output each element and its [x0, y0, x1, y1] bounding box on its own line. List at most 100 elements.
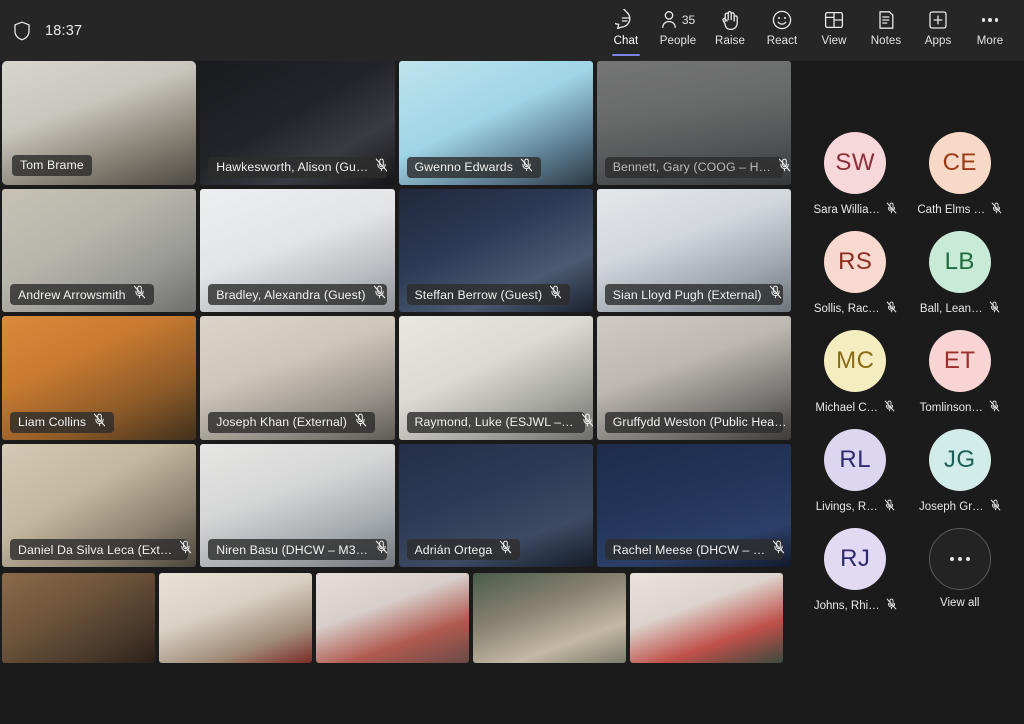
toolbar-chat-label: Chat [613, 35, 639, 47]
video-tile-grid: Tom Brame Hawkesworth, Alison (Gu… Gwenn… [2, 61, 791, 567]
video-tile-14[interactable]: Adrián Ortega [398, 443, 593, 567]
avatar: MC [824, 330, 887, 392]
roster-participant-1[interactable]: CE Cath Elms … [908, 132, 1013, 219]
toolbar-raise-label: Raise [715, 35, 745, 47]
mic-muted-icon [884, 498, 895, 516]
video-tile-6[interactable]: Steffan Berrow (Guest) [398, 188, 593, 312]
meeting-clock: 18:37 [45, 22, 83, 39]
roster-name-row: Livings, R… [816, 498, 895, 516]
participant-name-bar: Adrián Ortega [406, 539, 521, 560]
people-icon: 35 [661, 8, 695, 32]
roster-participant-2[interactable]: RS Sollis, Rac… [803, 231, 908, 318]
video-tile-1[interactable]: Hawkesworth, Alison (Gu… [200, 61, 395, 185]
roster-name-row: Ball, Lean… [920, 300, 1000, 318]
mic-muted-icon [133, 285, 146, 304]
participant-name-bar: Rachel Meese (DHCW – … [604, 539, 785, 560]
mic-muted-icon [179, 540, 192, 559]
video-tile-9[interactable]: Joseph Khan (External) [200, 316, 395, 440]
roster-participant-name: Sara Willia… [813, 204, 880, 216]
video-tile-0[interactable]: Tom Brame [2, 61, 197, 185]
participant-name: Liam Collins [18, 415, 87, 429]
video-tile-15[interactable]: Rachel Meese (DHCW – … [596, 443, 791, 567]
toolbar-apps-label: Apps [924, 35, 952, 47]
overflow-video-tile-0[interactable] [2, 573, 155, 663]
view-all-participants-button[interactable]: View all [908, 528, 1013, 615]
roster-name-row: Tomlinson… [920, 399, 1000, 417]
roster-participant-0[interactable]: SW Sara Willia… [803, 132, 908, 219]
roster-name-row: Johns, Rhi… [814, 597, 897, 615]
more-ellipsis-icon [928, 528, 991, 590]
toolbar-more-label: More [976, 35, 1004, 47]
video-tile-4[interactable]: Andrew Arrowsmith [2, 188, 197, 312]
participant-name-bar: Liam Collins [10, 411, 115, 433]
video-tile-7[interactable]: Sian Lloyd Pugh (External) [596, 188, 791, 312]
video-tile-10[interactable]: Raymond, Luke (ESJWL –… [398, 316, 593, 440]
toolbar-react-label: React [766, 35, 798, 47]
roster-participant-name: Livings, R… [815, 501, 878, 513]
mic-muted-icon [990, 498, 1001, 516]
video-tile-5[interactable]: Bradley, Alexandra (Guest) [200, 188, 395, 312]
roster-participant-3[interactable]: LB Ball, Lean… [908, 231, 1013, 318]
participant-name-bar: Gruffydd Weston (Public Hea… [604, 411, 787, 433]
participant-name-bar: Joseph Khan (External) [208, 411, 375, 433]
toolbar-view-button[interactable]: View [808, 5, 860, 57]
avatar: RS [824, 231, 887, 293]
avatar: LB [928, 231, 991, 293]
roster-participant-name: Cath Elms … [917, 204, 986, 216]
roster-participant-6[interactable]: RL Livings, R… [803, 429, 908, 516]
roster-participant-name: Michael C… [815, 402, 879, 414]
toolbar-people-button[interactable]: 35 People [652, 5, 704, 57]
roster-name-row: Michael C… [815, 399, 895, 417]
toolbar-chat-button[interactable]: Chat [600, 5, 652, 57]
mic-muted-icon [886, 597, 897, 615]
mic-muted-icon [375, 540, 388, 559]
toolbar-raise-button[interactable]: Raise [704, 5, 756, 57]
video-tile-11[interactable]: Gruffydd Weston (Public Hea… [596, 316, 791, 440]
participant-avatar-grid: SW Sara Willia… CE Cath Elms … RS Sollis… [791, 132, 1024, 615]
roster-participant-name: Ball, Lean… [919, 303, 983, 315]
participant-name: Raymond, Luke (ESJWL –… [414, 415, 574, 429]
toolbar-apps-button[interactable]: Apps [912, 5, 964, 57]
mic-muted-icon [886, 201, 897, 219]
top-bar-actions: Chat 35 People Raise React View Notes Ap… [600, 0, 1024, 61]
participant-name: Joseph Khan (External) [216, 415, 347, 429]
more-ellipsis-icon [981, 8, 999, 32]
mic-muted-icon [520, 158, 533, 177]
overflow-video-tile-3[interactable] [473, 573, 626, 663]
avatar: ET [928, 330, 991, 392]
raise-hand-icon [720, 8, 740, 32]
overflow-video-tile-1[interactable] [159, 573, 312, 663]
overflow-video-tile-4[interactable] [630, 573, 783, 663]
participant-name-bar: Steffan Berrow (Guest) [406, 284, 571, 305]
roster-participant-name: Johns, Rhi… [813, 600, 880, 612]
toolbar-more-button[interactable]: More [964, 5, 1016, 57]
roster-participant-4[interactable]: MC Michael C… [803, 330, 908, 417]
react-smiley-icon [771, 8, 793, 32]
video-tile-3[interactable]: Bennett, Gary (COOG – H… [596, 61, 791, 185]
toolbar-notes-button[interactable]: Notes [860, 5, 912, 57]
mic-muted-icon [549, 285, 562, 304]
mic-muted-icon [499, 540, 512, 559]
roster-participant-5[interactable]: ET Tomlinson… [908, 330, 1013, 417]
participant-name-bar: Andrew Arrowsmith [10, 284, 154, 305]
mic-muted-icon [375, 158, 388, 177]
roster-participant-name: Sollis, Rac… [813, 303, 880, 315]
video-tile-12[interactable]: Daniel Da Silva Leca (Ext… [2, 443, 197, 567]
participant-name: Hawkesworth, Alison (Gu… [216, 160, 369, 174]
video-tile-13[interactable]: Niren Basu (DHCW – M3… [200, 443, 395, 567]
participant-name: Daniel Da Silva Leca (Ext… [18, 542, 173, 557]
toolbar-react-button[interactable]: React [756, 5, 808, 57]
video-tile-2[interactable]: Gwenno Edwards [398, 61, 593, 185]
video-feed [2, 573, 155, 663]
roster-participant-7[interactable]: JG Joseph Gr… [908, 429, 1013, 516]
roster-name-row: Sollis, Rac… [814, 300, 897, 318]
mic-muted-icon [772, 540, 785, 559]
mic-muted-icon [93, 413, 106, 432]
roster-participant-8[interactable]: RJ Johns, Rhi… [803, 528, 908, 615]
video-tile-8[interactable]: Liam Collins [2, 316, 197, 440]
avatar: JG [928, 429, 991, 491]
chat-icon [615, 8, 637, 32]
overflow-video-tile-2[interactable] [316, 573, 469, 663]
participant-name-bar: Hawkesworth, Alison (Gu… [208, 156, 388, 178]
people-count: 35 [681, 13, 696, 27]
